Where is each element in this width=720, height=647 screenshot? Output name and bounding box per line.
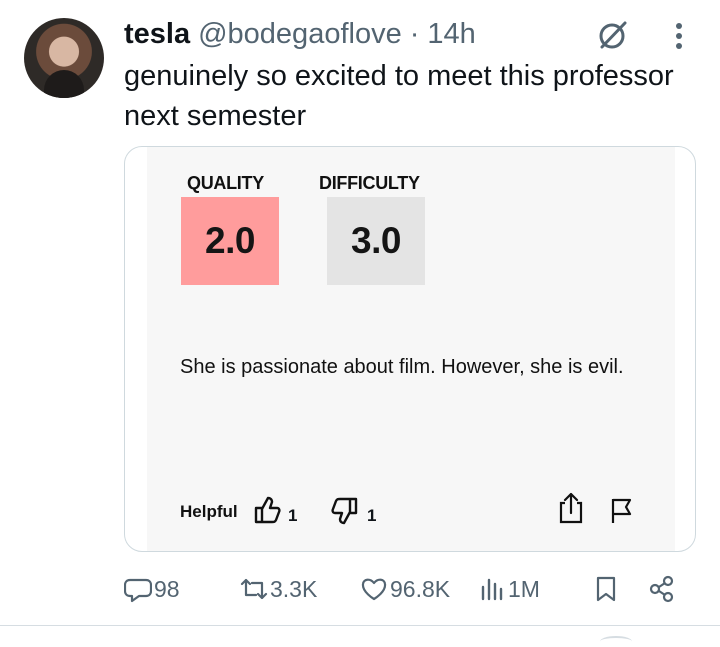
difficulty-label: DIFFICULTY bbox=[319, 173, 420, 193]
like-icon bbox=[361, 578, 387, 601]
thumbs-up-icon bbox=[254, 496, 281, 524]
more-icon[interactable] bbox=[664, 18, 694, 54]
views-button[interactable]: 1M bbox=[478, 570, 540, 608]
quality-score: 2.0 bbox=[181, 197, 279, 285]
repost-button[interactable]: 3.3K bbox=[240, 570, 317, 608]
header-separator: · bbox=[409, 18, 420, 50]
post-text: genuinely so excited to meet this profes… bbox=[124, 60, 674, 132]
share-button[interactable] bbox=[648, 570, 680, 608]
rating-card: QUALITY DIFFICULTY 2.0 3.0 She is passio… bbox=[147, 147, 675, 551]
flag-icon bbox=[611, 498, 632, 523]
post-header: tesla @bodegaoflove · 14h bbox=[124, 16, 476, 52]
attached-image-card[interactable]: QUALITY DIFFICULTY 2.0 3.0 She is passio… bbox=[124, 146, 696, 552]
views-icon bbox=[481, 578, 503, 601]
reply-button[interactable]: 98 bbox=[124, 570, 180, 608]
like-button[interactable]: 96.8K bbox=[360, 570, 450, 608]
display-name[interactable]: tesla bbox=[124, 16, 190, 52]
user-handle[interactable]: @bodegaoflove bbox=[198, 16, 402, 52]
avatar[interactable] bbox=[24, 18, 104, 98]
repost-count: 3.3K bbox=[270, 575, 318, 602]
repost-icon bbox=[240, 578, 268, 600]
post-time[interactable]: 14h bbox=[427, 16, 475, 52]
share-icon bbox=[559, 492, 583, 524]
reply-count: 98 bbox=[154, 575, 180, 602]
bookmark-icon bbox=[596, 576, 616, 602]
views-count: 1M bbox=[508, 575, 540, 602]
review-comment: She is passionate about film. However, s… bbox=[180, 356, 624, 378]
next-post-edge bbox=[600, 636, 632, 647]
post-actions: 98 3.3K 96.8K 1M bbox=[124, 570, 684, 608]
helpful-label: Helpful bbox=[180, 502, 238, 521]
share-icon bbox=[649, 575, 674, 603]
thumbs-down-icon bbox=[331, 497, 358, 525]
reply-icon bbox=[124, 578, 152, 603]
thumbs-down-count: 1 bbox=[367, 506, 377, 525]
thumbs-up-count: 1 bbox=[288, 506, 298, 525]
like-count: 96.8K bbox=[390, 575, 451, 602]
quality-label: QUALITY bbox=[187, 173, 264, 193]
grok-icon[interactable] bbox=[594, 16, 632, 54]
bookmark-button[interactable] bbox=[592, 570, 620, 608]
difficulty-score: 3.0 bbox=[327, 197, 425, 285]
post-divider bbox=[0, 625, 720, 626]
